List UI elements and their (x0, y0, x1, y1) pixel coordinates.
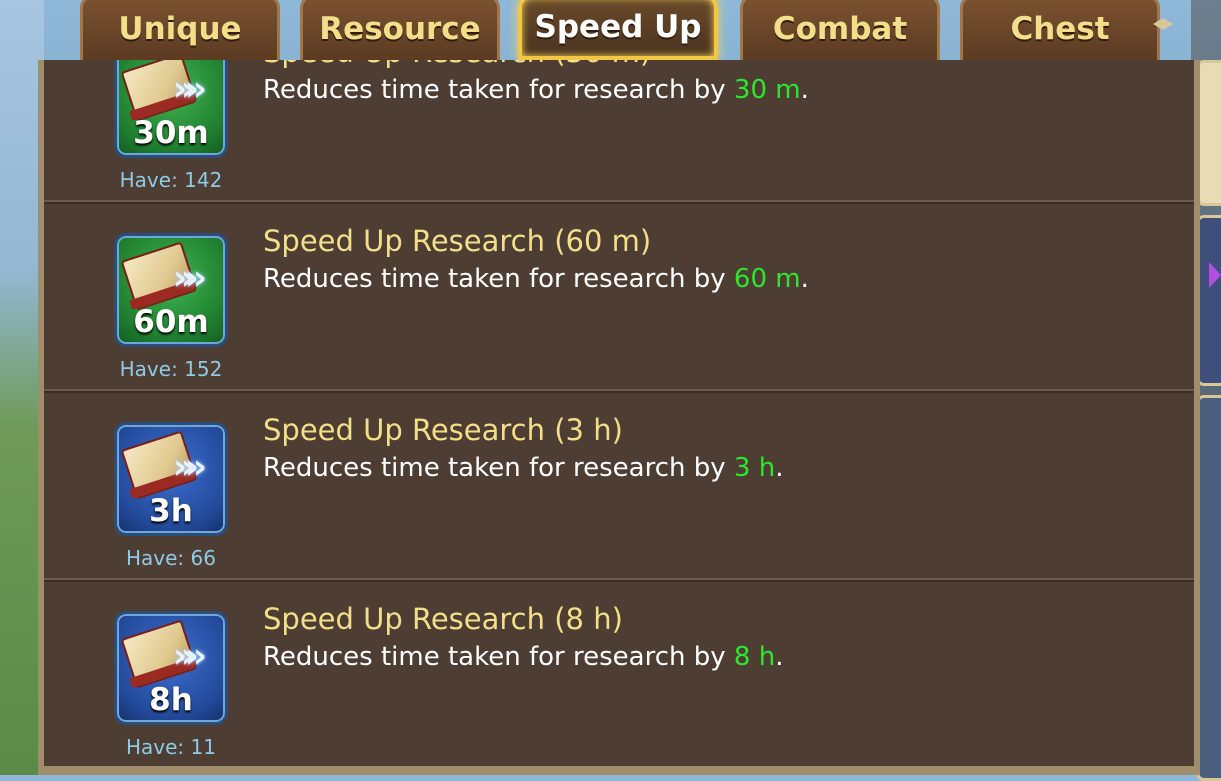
arrows-icon: »» (173, 447, 207, 487)
duration-highlight: 8 h (733, 642, 776, 672)
arrows-icon: »» (173, 69, 207, 109)
item-title: Speed Up Research (60 m) (263, 224, 652, 258)
icon-duration-label: 8h (149, 682, 193, 718)
speedup-research-60m-icon[interactable]: »» 60m (114, 233, 228, 347)
item-description: Reduces time taken for research by 60 m. (263, 264, 809, 294)
list-item[interactable]: »» 60m Have: 152 Speed Up Research (60 m… (44, 202, 1194, 393)
item-title: Speed Up Research (3 h) (263, 413, 623, 447)
tab-combat[interactable]: Combat (740, 0, 940, 60)
have-count: Have: 11 (126, 735, 216, 759)
tab-unique[interactable]: Unique (80, 0, 280, 60)
list-item[interactable]: »» 8h Have: 11 Speed Up Research (8 h) R… (44, 580, 1194, 771)
tab-speed-up[interactable]: Speed Up (518, 0, 718, 60)
tab-chest[interactable]: Chest (960, 0, 1160, 60)
duration-highlight: 30 m (733, 75, 801, 105)
duration-highlight: 3 h (733, 453, 776, 483)
item-title: Speed Up Research (8 h) (263, 602, 623, 636)
panel-frame-bottom (38, 766, 1200, 775)
arrows-icon: »» (173, 636, 207, 676)
have-count: Have: 152 (119, 357, 223, 381)
item-description: Reduces time taken for research by 30 m. (263, 75, 809, 105)
category-tabs: Unique Resource Speed Up Combat Chest (72, 0, 1187, 62)
item-list: »» 30m Have: 142 Speed Up Research (30 m… (44, 60, 1194, 771)
icon-duration-label: 30m (133, 115, 209, 151)
item-description: Reduces time taken for research by 8 h. (263, 642, 784, 672)
arrows-icon: »» (173, 258, 207, 298)
item-title: Speed Up Research (30 m) (263, 60, 651, 69)
speedup-research-3h-icon[interactable]: »» 3h (114, 422, 228, 536)
tab-resource[interactable]: Resource (300, 0, 500, 60)
have-count: Have: 142 (119, 168, 223, 192)
list-item[interactable]: »» 30m Have: 142 Speed Up Research (30 m… (44, 60, 1194, 204)
speedup-research-30m-icon[interactable]: »» 30m (114, 60, 228, 158)
item-description: Reduces time taken for research by 3 h. (263, 453, 784, 483)
icon-duration-label: 60m (133, 304, 209, 340)
duration-highlight: 60 m (733, 264, 801, 294)
speedup-research-8h-icon[interactable]: »» 8h (114, 611, 228, 725)
item-list-panel[interactable]: »» 30m Have: 142 Speed Up Research (30 m… (38, 60, 1200, 775)
icon-duration-label: 3h (149, 493, 193, 529)
have-count: Have: 66 (126, 546, 216, 570)
list-item[interactable]: »» 3h Have: 66 Speed Up Research (3 h) R… (44, 391, 1194, 582)
